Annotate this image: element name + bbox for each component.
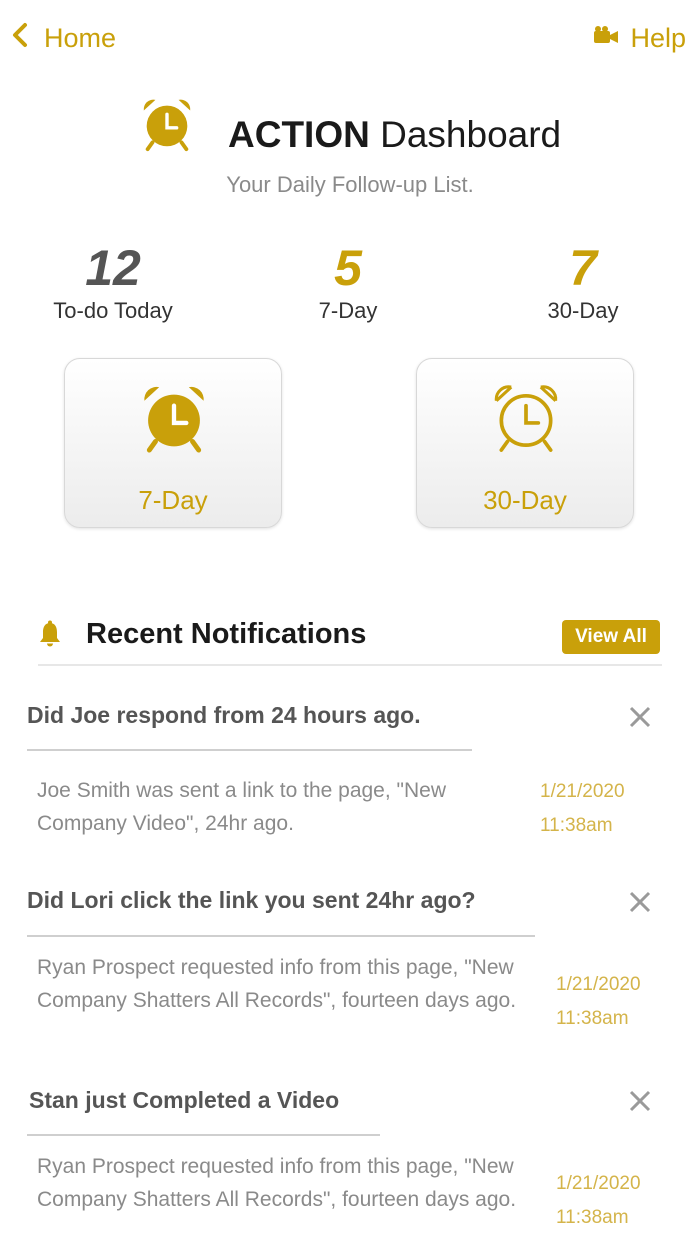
page-subtitle-text: Your Daily Follow-up List. (226, 172, 474, 197)
notification-body: Ryan Prospect requested info from this p… (37, 956, 517, 1012)
view-all-button[interactable]: View All (562, 620, 660, 654)
notification-divider (27, 1134, 380, 1136)
home-label: Home (44, 22, 117, 53)
stat-todo-today: 12 To-do Today (28, 240, 198, 324)
notification-date: 1/21/2020 (556, 974, 641, 995)
thirty-day-button-label: 30-Day (483, 485, 567, 515)
notifications-divider (38, 664, 662, 666)
notification-divider (27, 935, 535, 937)
notifications-title: Recent Notifications (86, 618, 367, 650)
dashboard-page: Home Help ACTION Dashboard Your Daily Fo… (0, 0, 700, 1244)
page-title-rest: Dashboard (380, 114, 562, 155)
notification-title: Did Joe respond from 24 hours ago. (27, 702, 421, 728)
stat-number: 5 (334, 240, 362, 296)
thirty-day-button[interactable]: 30-Day (416, 358, 634, 528)
stat-label: 7-Day (318, 298, 378, 323)
home-link[interactable]: Home (10, 18, 116, 58)
video-camera-icon (592, 23, 620, 54)
close-icon[interactable] (627, 889, 653, 915)
stat-30-day: 7 30-Day (513, 240, 653, 324)
notification-date: 1/21/2020 (556, 1173, 641, 1194)
notification-time: 11:38am (556, 1207, 629, 1228)
page-title: ACTION Dashboard (228, 114, 561, 156)
notification-title: Stan just Completed a Video (29, 1087, 340, 1113)
notification-body: Joe Smith was sent a link to the page, "… (37, 779, 446, 835)
alarm-clock-icon (138, 95, 196, 153)
close-icon[interactable] (627, 1088, 653, 1114)
notification-title: Did Lori click the link you sent 24hr ag… (27, 887, 476, 913)
seven-day-button-label: 7-Day (138, 485, 208, 515)
bell-icon (38, 620, 62, 648)
close-icon[interactable] (627, 704, 653, 730)
chevron-left-icon (10, 22, 30, 55)
stat-label: To-do Today (53, 298, 173, 323)
seven-day-button[interactable]: 7-Day (64, 358, 282, 528)
help-label: Help (630, 22, 686, 53)
notification-body: Ryan Prospect requested info from this p… (37, 1155, 517, 1211)
notification-divider (27, 749, 472, 751)
notification-time: 11:38am (556, 1008, 629, 1029)
stat-label: 30-Day (547, 298, 619, 323)
stat-7-day: 5 7-Day (278, 240, 418, 324)
stat-number: 7 (569, 240, 597, 296)
help-link[interactable]: Help (592, 18, 686, 58)
page-title-bold: ACTION (228, 114, 370, 155)
notification-date: 1/21/2020 (540, 781, 625, 802)
page-subtitle: Your Daily Follow-up List. (0, 172, 700, 198)
stat-number: 12 (85, 240, 141, 296)
notification-time: 11:38am (540, 815, 613, 836)
